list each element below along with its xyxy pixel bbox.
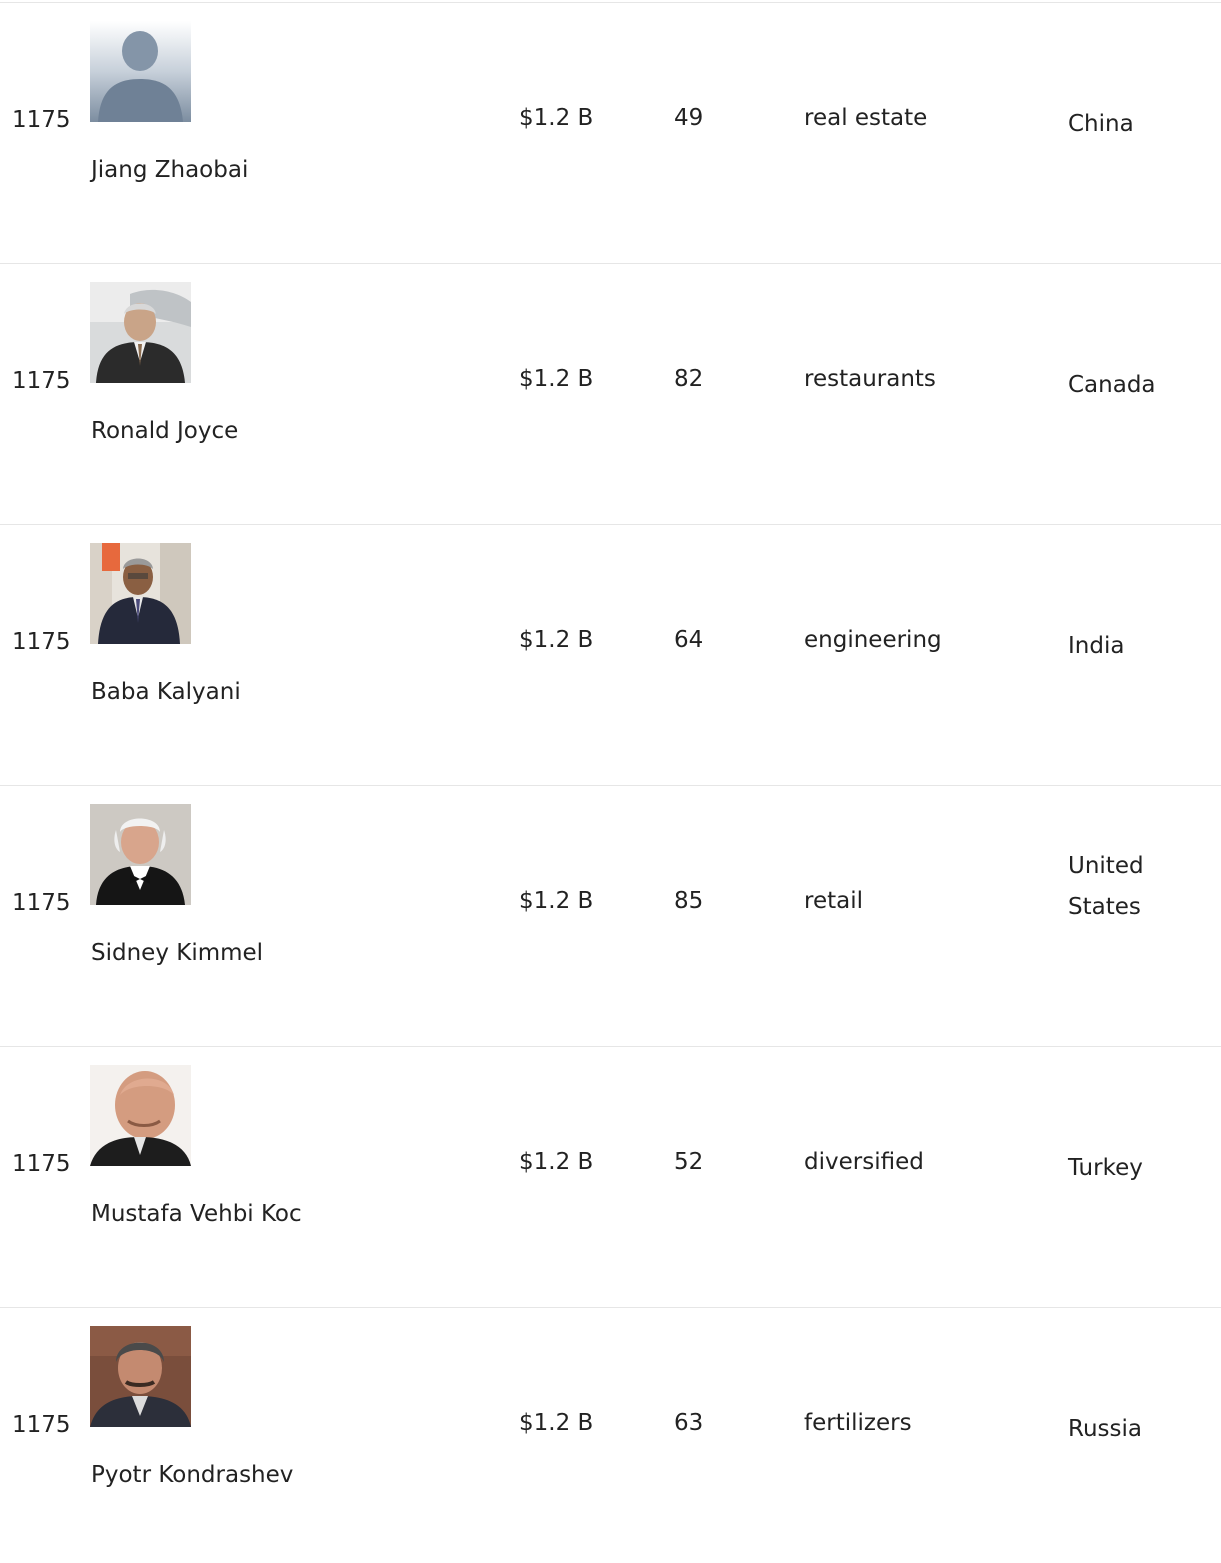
- table-row[interactable]: 1175 Baba Kalyani $1.2 B 64 engineering …: [0, 525, 1221, 786]
- country-cell: Canada: [1068, 372, 1156, 398]
- country-cell: China: [1068, 111, 1134, 137]
- age-cell: 85: [674, 888, 704, 914]
- age-cell: 49: [674, 105, 704, 131]
- net-worth-cell: $1.2 B: [519, 366, 594, 392]
- net-worth-cell: $1.2 B: [519, 1410, 594, 1436]
- table-row[interactable]: 1175 Pyotr Kondrashev $1.2 B 63 fertiliz…: [0, 1308, 1221, 1563]
- table-row[interactable]: 1175 Mustafa Vehbi Koc $1.2 B 52 diversi…: [0, 1047, 1221, 1308]
- silhouette-placeholder-icon[interactable]: [90, 21, 191, 122]
- net-worth-cell: $1.2 B: [519, 627, 594, 653]
- age-cell: 63: [674, 1410, 704, 1436]
- industry-cell: engineering: [804, 627, 942, 653]
- person-name-link[interactable]: Sidney Kimmel: [91, 939, 263, 968]
- net-worth-cell: $1.2 B: [519, 105, 594, 131]
- person-name-link[interactable]: Mustafa Vehbi Koc: [91, 1200, 302, 1229]
- rank-cell: 1175: [12, 107, 71, 133]
- age-cell: 64: [674, 627, 704, 653]
- industry-cell: retail: [804, 888, 863, 914]
- country-cell: United States: [1068, 853, 1144, 920]
- rank-cell: 1175: [12, 368, 71, 394]
- industry-cell: diversified: [804, 1149, 924, 1175]
- person-photo[interactable]: [90, 543, 191, 644]
- person-name-link[interactable]: Pyotr Kondrashev: [91, 1461, 293, 1490]
- net-worth-cell: $1.2 B: [519, 1149, 594, 1175]
- rank-cell: 1175: [12, 1412, 71, 1438]
- rank-cell: 1175: [12, 629, 71, 655]
- rank-cell: 1175: [12, 1151, 71, 1177]
- table-row[interactable]: 1175 Jiang Zhaobai $1.2 B 49 real estate…: [0, 3, 1221, 264]
- person-name-link[interactable]: Baba Kalyani: [91, 678, 241, 707]
- person-name-link[interactable]: Jiang Zhaobai: [91, 156, 248, 185]
- person-photo[interactable]: [90, 1326, 191, 1427]
- country-cell: Russia: [1068, 1416, 1142, 1442]
- table-row[interactable]: 1175 Sidney Kimmel $1.2 B 85 retail Unit…: [0, 786, 1221, 1047]
- person-photo[interactable]: [90, 1065, 191, 1166]
- industry-cell: real estate: [804, 105, 928, 131]
- industry-cell: restaurants: [804, 366, 936, 392]
- net-worth-cell: $1.2 B: [519, 888, 594, 914]
- person-photo[interactable]: [90, 804, 191, 905]
- person-name-link[interactable]: Ronald Joyce: [91, 417, 238, 446]
- table-row[interactable]: 1175 Ronald Joyce $1.2 B 82 restaurants …: [0, 264, 1221, 525]
- industry-cell: fertilizers: [804, 1410, 912, 1436]
- country-cell: Turkey: [1068, 1155, 1143, 1181]
- rank-cell: 1175: [12, 890, 71, 916]
- person-photo[interactable]: [90, 282, 191, 383]
- country-cell: India: [1068, 633, 1125, 659]
- age-cell: 82: [674, 366, 704, 392]
- age-cell: 52: [674, 1149, 704, 1175]
